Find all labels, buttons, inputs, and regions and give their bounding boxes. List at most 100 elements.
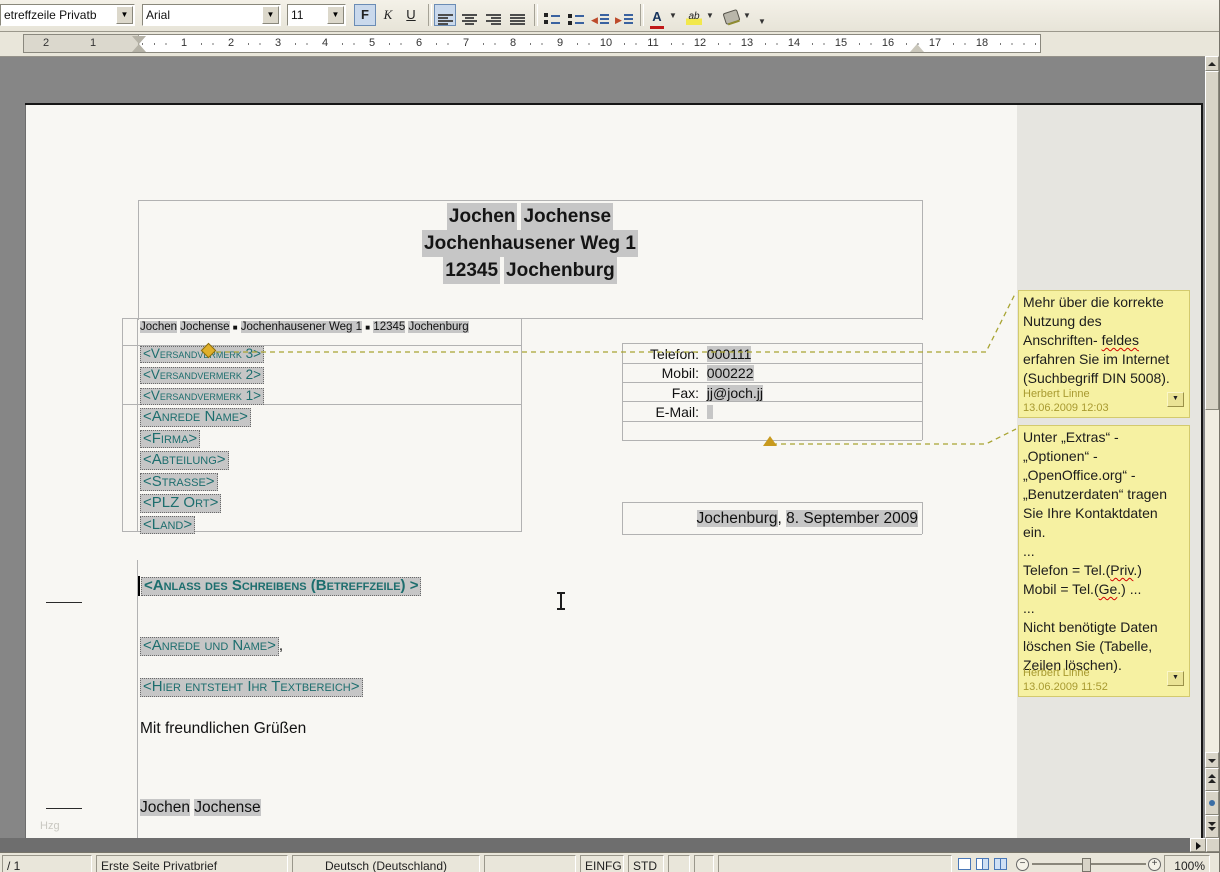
ruler-number: 12 [693, 37, 707, 49]
underline-button[interactable]: U [400, 4, 422, 26]
toolbar-separator [428, 4, 432, 26]
statusbar-insert-mode[interactable]: EINFG [580, 855, 624, 872]
misspelled-word: feldes [1102, 332, 1139, 348]
horizontal-scrollbar[interactable] [0, 838, 1220, 852]
previous-page-button[interactable] [1205, 768, 1219, 791]
left-indent-marker[interactable] [132, 44, 146, 52]
background-color-button[interactable] [719, 4, 741, 26]
zoom-out-icon[interactable]: − [1016, 858, 1029, 871]
sender-last-name-field[interactable]: Jochense [521, 203, 613, 230]
letterhead-border [922, 200, 923, 320]
comment-note-1[interactable]: Mehr über die korrekte Nutzung des Ansch… [1018, 290, 1190, 418]
sender-street-field[interactable]: Jochenhausener Weg 1 [422, 230, 638, 257]
increase-indent-icon: ▶ [615, 13, 633, 26]
font-color-dropdown-arrow[interactable]: ▼ [667, 4, 679, 26]
table-border [622, 343, 922, 344]
highlighting-icon: ab [686, 11, 702, 25]
decrease-indent-button[interactable]: ◀ [588, 4, 610, 26]
font-color-button[interactable]: A [645, 4, 667, 26]
horizontal-ruler[interactable]: 2 1 1 2 3 4 5 6 7 8 9 10 11 12 13 14 15 … [0, 32, 1220, 57]
statusbar-page-style[interactable]: Erste Seite Privatbrief [96, 855, 288, 872]
placeholder-plz-ort[interactable]: <PLZ Ort> [140, 494, 221, 513]
sender-return-address-line[interactable]: Jochen Jochense ■ Jochenhausener Weg 1 ■… [140, 321, 470, 345]
scroll-up-arrow[interactable] [1205, 56, 1219, 71]
statusbar-zoom-level[interactable]: 100% [1164, 855, 1210, 872]
style-dropdown-icon[interactable]: ▼ [116, 6, 133, 24]
font-dropdown-icon[interactable]: ▼ [262, 6, 279, 24]
scroll-down-arrow[interactable] [1205, 752, 1219, 768]
align-justify-button[interactable] [506, 4, 528, 26]
sender-city-field[interactable]: Jochenburg [504, 257, 617, 284]
comment-menu-button[interactable]: ▼ [1167, 671, 1184, 686]
statusbar-selection-mode[interactable]: STD [628, 855, 664, 872]
comment-note-2[interactable]: Unter „Extras“ - „Optionen“ - „OpenOffic… [1018, 425, 1190, 697]
font-color-icon: A [650, 10, 664, 29]
right-indent-marker[interactable] [910, 44, 924, 52]
placeholder-land[interactable]: <Land> [140, 516, 195, 535]
sender-first-name-field[interactable]: Jochen [447, 203, 518, 230]
statusbar-page-number[interactable]: / 1 [2, 855, 92, 872]
align-center-button[interactable] [458, 4, 480, 26]
toolbar-separator [534, 4, 538, 26]
placeholder-versandvermerk-1[interactable]: <Versandvermerk 1> [140, 388, 264, 405]
date-city-field[interactable]: Jochenburg [697, 510, 778, 527]
bold-button[interactable]: F [354, 4, 376, 26]
increase-indent-button[interactable]: ▶ [612, 4, 634, 26]
zoom-in-icon[interactable]: + [1148, 858, 1161, 871]
font-name-value[interactable]: Arial [146, 8, 170, 22]
signature-first-name-field[interactable]: Jochen [140, 799, 190, 816]
vertical-scroll-thumb[interactable] [1205, 71, 1219, 410]
scroll-right-arrow[interactable] [1190, 838, 1206, 852]
highlighting-button[interactable]: ab [682, 4, 704, 26]
sender-zip-field[interactable]: 12345 [443, 257, 500, 284]
date-line[interactable]: Jochenburg, 8. September 2009 [622, 510, 918, 528]
statusbar-language[interactable]: Deutsch (Deutschland) [292, 855, 480, 872]
background-color-dropdown-arrow[interactable]: ▼ [741, 4, 753, 26]
placeholder-textbereich[interactable]: <Hier entsteht Ihr Textbereich> [140, 678, 363, 697]
statusbar-empty-cell [718, 855, 952, 872]
ruler-scale[interactable]: 2 1 1 2 3 4 5 6 7 8 9 10 11 12 13 14 15 … [23, 34, 1041, 53]
font-size-combo[interactable]: 11 ▼ [287, 4, 346, 26]
placeholder-anrede-name[interactable]: <Anrede Name> [140, 408, 251, 427]
contact-value-field[interactable]: jj@joch.jj [707, 385, 763, 401]
ruler-number: 11 [646, 37, 660, 49]
contact-value-field[interactable]: 000222 [707, 365, 754, 381]
placeholder-strasse[interactable]: <Strasse> [140, 473, 218, 492]
placeholder-anrede-und-name[interactable]: <Anrede und Name> [140, 637, 279, 656]
table-border [521, 318, 522, 531]
contact-value-field[interactable]: 000111 [707, 346, 752, 362]
size-dropdown-icon[interactable]: ▼ [327, 6, 344, 24]
book-view-icon[interactable] [994, 858, 1007, 870]
paragraph-style-combo[interactable]: etreffzeile Privatb ▼ [0, 4, 135, 26]
paragraph-style-value[interactable]: etreffzeile Privatb [4, 8, 97, 22]
bullet-list-button[interactable] [564, 4, 586, 26]
date-value-field[interactable]: 8. September 2009 [786, 510, 918, 527]
numbered-list-button[interactable] [540, 4, 562, 26]
contact-table[interactable]: Telefon: 000111 Mobil: 000222 Fax: jj@jo… [622, 345, 922, 422]
ruler-number: 16 [881, 37, 895, 49]
comment-author: Herbert Linne [1023, 387, 1090, 401]
highlighting-dropdown-arrow[interactable]: ▼ [704, 4, 716, 26]
align-justify-icon [510, 14, 525, 26]
align-right-button[interactable] [482, 4, 504, 26]
italic-button[interactable]: K [377, 4, 399, 26]
placeholder-betreffzeile[interactable]: <Anlass des Schreibens (Betreffzeile) > [141, 577, 421, 596]
multi-page-view-icon[interactable] [976, 858, 989, 870]
toolbar-overflow-arrow[interactable]: ▼ [756, 10, 768, 32]
font-size-value[interactable]: 11 [291, 8, 303, 22]
next-page-button[interactable] [1205, 815, 1219, 838]
comment-menu-button[interactable]: ▼ [1167, 392, 1184, 407]
placeholder-firma[interactable]: <Firma> [140, 430, 200, 449]
first-line-indent-marker[interactable] [132, 36, 146, 44]
placeholder-versandvermerk-2[interactable]: <Versandvermerk 2> [140, 367, 264, 384]
font-name-combo[interactable]: Arial ▼ [142, 4, 281, 26]
placeholder-abteilung[interactable]: <Abteilung> [140, 451, 229, 470]
statusbar-empty-cell [484, 855, 576, 872]
align-left-button[interactable] [434, 4, 456, 26]
vertical-scrollbar[interactable] [1205, 56, 1219, 838]
zoom-slider-thumb[interactable] [1082, 858, 1091, 872]
navigation-button[interactable] [1205, 791, 1219, 815]
contact-value-field[interactable] [707, 405, 713, 419]
single-page-view-icon[interactable] [958, 858, 971, 870]
signature-last-name-field[interactable]: Jochense [194, 799, 260, 816]
